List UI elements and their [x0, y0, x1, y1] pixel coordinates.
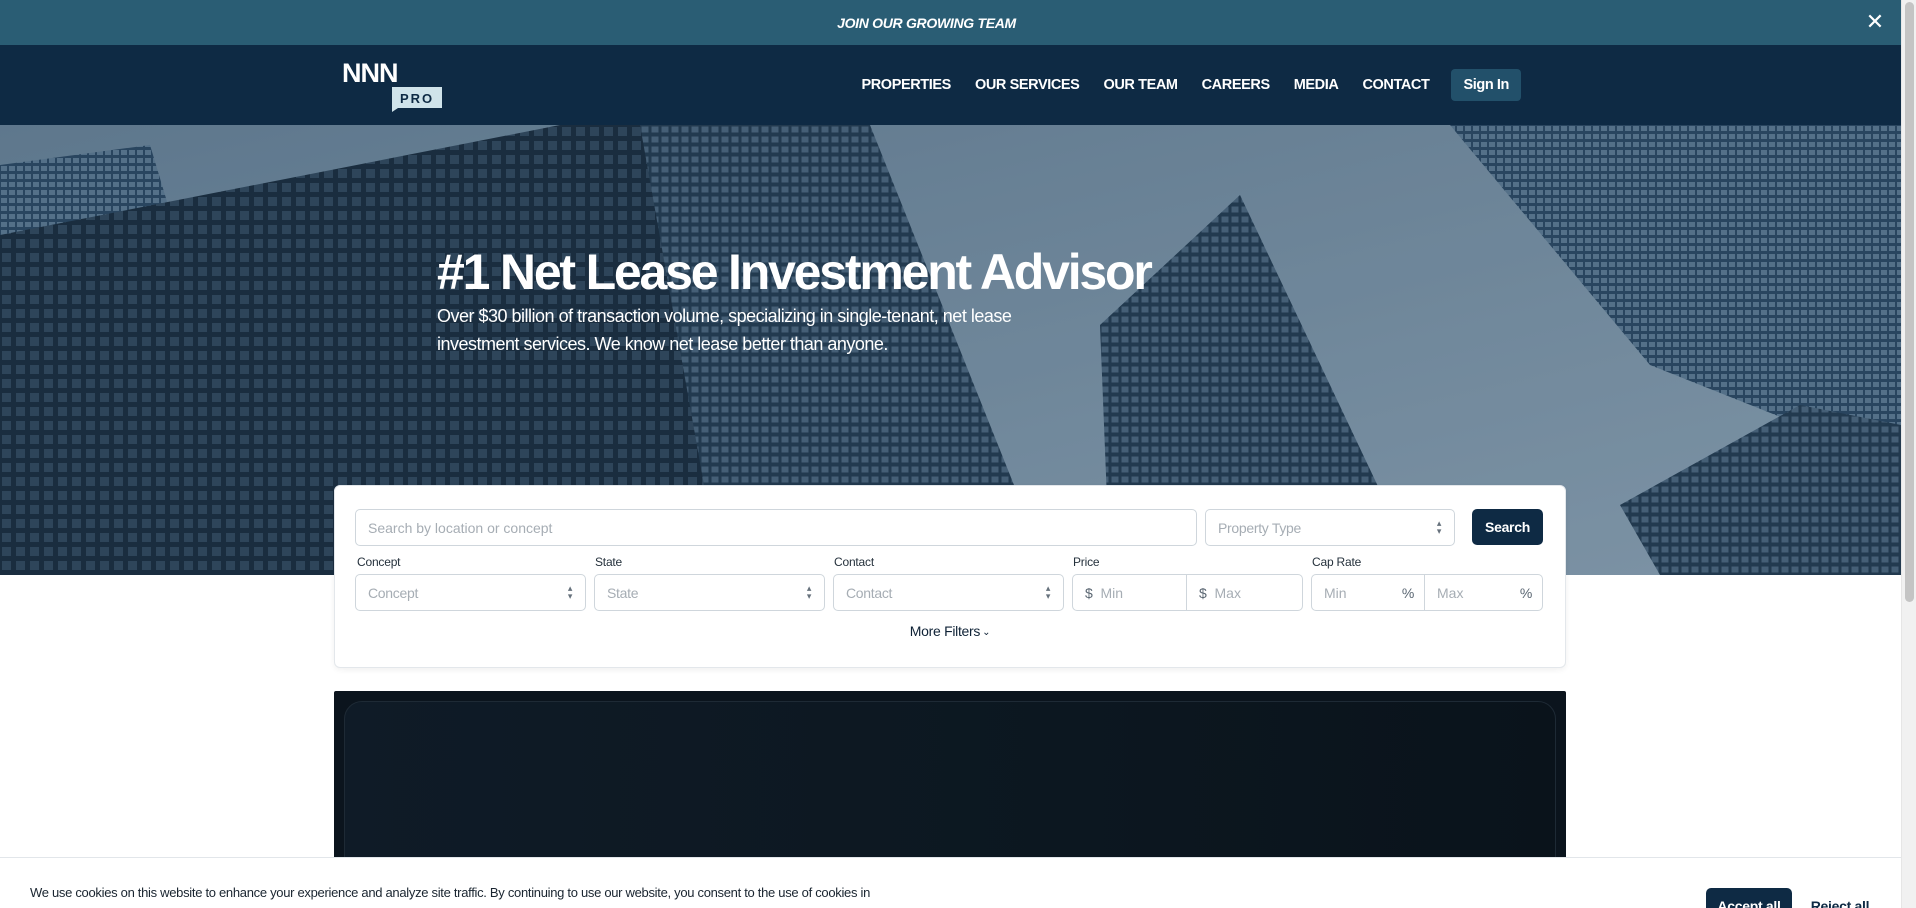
- cap-rate-min-input[interactable]: [1324, 584, 1412, 601]
- concept-select[interactable]: Concept ▴ ▾: [355, 574, 586, 611]
- nav-our-services[interactable]: OUR SERVICES: [963, 77, 1092, 93]
- cookie-message: We use cookies on this website to enhanc…: [30, 885, 871, 900]
- nav-our-team[interactable]: OUR TEAM: [1091, 77, 1189, 93]
- accept-all-button[interactable]: Accept all: [1706, 888, 1792, 908]
- percent-icon: %: [1401, 585, 1414, 601]
- logo-text-pro: PRO: [400, 91, 434, 106]
- hero-title: #1 Net Lease Investment Advisor: [437, 244, 1153, 300]
- property-search-card: Property Type ▴▾ Search Concept State Co…: [334, 485, 1566, 668]
- price-min-field[interactable]: $: [1072, 574, 1187, 611]
- site-header: NNN PRO PROPERTIES OUR SERVICES OUR TEAM…: [0, 45, 1901, 125]
- scrollbar-thumb[interactable]: [1905, 2, 1914, 602]
- price-max-field[interactable]: $: [1186, 574, 1303, 611]
- cookie-banner: We use cookies on this website to enhanc…: [0, 857, 1901, 908]
- contact-label: Contact: [834, 555, 874, 569]
- chevron-down-icon: ⌄: [982, 627, 991, 638]
- nnn-pro-logo[interactable]: NNN PRO: [342, 60, 442, 112]
- cap-rate-max-input[interactable]: [1437, 584, 1530, 601]
- percent-icon: %: [1519, 585, 1532, 601]
- nav-properties[interactable]: PROPERTIES: [849, 77, 962, 93]
- dollar-icon: $: [1085, 584, 1093, 601]
- hero-subtitle: Over $30 billion of transaction volume, …: [437, 306, 1012, 354]
- nav-contact[interactable]: CONTACT: [1350, 77, 1441, 93]
- property-type-placeholder: Property Type: [1218, 519, 1301, 536]
- price-min-input[interactable]: [1100, 584, 1174, 601]
- chevron-updown-icon: ▴ ▾: [1436, 518, 1442, 536]
- sign-in-button[interactable]: Sign In: [1451, 69, 1521, 101]
- page-scrollbar[interactable]: [1901, 0, 1916, 908]
- contact-select[interactable]: Contact ▴ ▾: [833, 574, 1064, 611]
- state-select[interactable]: State ▴ ▾: [594, 574, 825, 611]
- state-label: State: [595, 555, 623, 569]
- main-nav: PROPERTIES OUR SERVICES OUR TEAM CAREERS…: [849, 45, 1521, 125]
- announcement-bar: JOIN OUR GROWING TEAM ✕: [0, 0, 1901, 45]
- announcement-link[interactable]: JOIN OUR GROWING TEAM: [837, 15, 1016, 31]
- more-filters-label: More Filters: [909, 623, 981, 639]
- concept-placeholder: Concept: [368, 584, 419, 601]
- state-placeholder: State: [607, 584, 639, 601]
- contact-placeholder: Contact: [846, 584, 893, 601]
- chevron-updown-icon: ▴ ▾: [1045, 583, 1051, 601]
- cap-rate-max-field[interactable]: %: [1424, 574, 1543, 611]
- nav-media[interactable]: MEDIA: [1282, 77, 1351, 93]
- concept-label: Concept: [357, 555, 401, 569]
- more-filters-toggle[interactable]: More Filters ⌄: [335, 623, 1565, 639]
- search-button[interactable]: Search: [1472, 509, 1543, 545]
- logo-text-nnn: NNN: [342, 60, 398, 88]
- dollar-icon: $: [1199, 584, 1207, 601]
- price-label: Price: [1073, 555, 1100, 569]
- cap-rate-label: Cap Rate: [1312, 555, 1362, 569]
- close-icon[interactable]: ✕: [1863, 10, 1887, 34]
- chevron-updown-icon: ▴ ▾: [567, 583, 573, 601]
- cap-rate-min-field[interactable]: %: [1311, 574, 1425, 611]
- location-search-input[interactable]: [368, 519, 1184, 536]
- property-type-select[interactable]: Property Type ▴ ▾: [1205, 509, 1455, 546]
- nav-careers[interactable]: CAREERS: [1190, 77, 1282, 93]
- location-search-field[interactable]: [355, 509, 1197, 546]
- price-max-input[interactable]: [1214, 584, 1290, 601]
- chevron-updown-icon: ▴ ▾: [806, 583, 812, 601]
- reject-all-button[interactable]: Reject all: [1800, 888, 1880, 908]
